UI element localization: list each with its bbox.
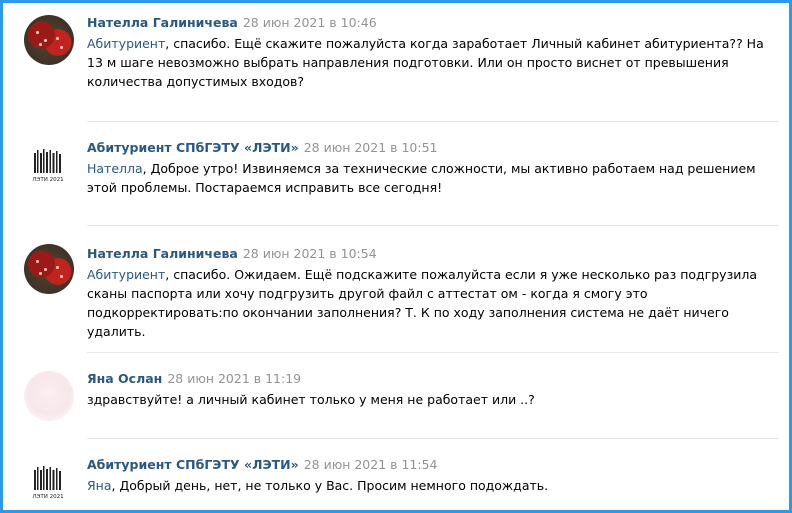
author-name[interactable]: Нателла Галиничева xyxy=(87,246,238,261)
comment-date[interactable]: 28 июн 2021 в 11:54 xyxy=(304,457,438,472)
comment-header: Абитуриент СПбГЭТУ «ЛЭТИ» 28 июн 2021 в 1… xyxy=(87,140,438,156)
comment-date[interactable]: 28 июн 2021 в 10:54 xyxy=(243,246,377,261)
comment-text: Нателла, Доброе утро! Извиняемся за техн… xyxy=(87,159,777,197)
comment-body: , Добрый день, нет, не только у Вас. Про… xyxy=(111,478,549,493)
author-name[interactable]: Яна Ослан xyxy=(87,371,162,386)
avatar[interactable]: ЛЭТИ 2021 xyxy=(24,457,74,507)
divider xyxy=(87,121,779,122)
reply-mention[interactable]: Яна xyxy=(87,478,112,493)
comment-date[interactable]: 28 июн 2021 в 11:19 xyxy=(167,371,301,386)
avatar[interactable] xyxy=(24,244,74,294)
author-name[interactable]: Абитуриент СПбГЭТУ «ЛЭТИ» xyxy=(87,457,299,472)
comment-text: Яна, Добрый день, нет, не только у Вас. … xyxy=(87,476,777,495)
logo-caption: ЛЭТИ 2021 xyxy=(32,494,63,500)
reply-mention[interactable]: Абитуриент xyxy=(87,36,165,51)
leti-logo-icon: ЛЭТИ 2021 xyxy=(32,149,64,183)
comment-header: Нателла Галиничева 28 июн 2021 в 10:46 xyxy=(87,15,377,31)
comments-panel: Нателла Галиничева 28 июн 2021 в 10:46 Аб… xyxy=(0,0,792,513)
reply-mention[interactable]: Нателла xyxy=(87,161,143,176)
author-name[interactable]: Абитуриент СПбГЭТУ «ЛЭТИ» xyxy=(87,140,299,155)
comment-body: , спасибо. Ожидаем. Ещё подскажите пожал… xyxy=(87,267,757,339)
comment-date[interactable]: 28 июн 2021 в 10:51 xyxy=(304,140,438,155)
comment-body: здравствуйте! а личный кабинет только у … xyxy=(87,392,535,407)
comment-text: здравствуйте! а личный кабинет только у … xyxy=(87,390,777,409)
reply-mention[interactable]: Абитуриент xyxy=(87,267,165,282)
divider xyxy=(87,352,779,353)
comment-text: Абитуриент, спасибо. Ожидаем. Ещё подска… xyxy=(87,265,777,341)
divider xyxy=(87,438,779,439)
avatar[interactable]: ЛЭТИ 2021 xyxy=(24,140,74,190)
comment-header: Абитуриент СПбГЭТУ «ЛЭТИ» 28 июн 2021 в 1… xyxy=(87,457,438,473)
comment-header: Яна Ослан 28 июн 2021 в 11:19 xyxy=(87,371,301,387)
author-name[interactable]: Нателла Галиничева xyxy=(87,15,238,30)
avatar[interactable] xyxy=(24,15,74,65)
comment-date[interactable]: 28 июн 2021 в 10:46 xyxy=(243,15,377,30)
comment-body: , Доброе утро! Извиняемся за технические… xyxy=(87,161,756,195)
logo-caption: ЛЭТИ 2021 xyxy=(32,177,63,183)
comment-text: Абитуриент, спасибо. Ещё скажите пожалуй… xyxy=(87,34,777,91)
comment-header: Нателла Галиничева 28 июн 2021 в 10:54 xyxy=(87,246,377,262)
leti-logo-icon: ЛЭТИ 2021 xyxy=(32,466,64,500)
comment-body: , спасибо. Ещё скажите пожалуйста когда … xyxy=(87,36,764,89)
avatar[interactable] xyxy=(24,371,74,421)
divider xyxy=(87,225,779,226)
